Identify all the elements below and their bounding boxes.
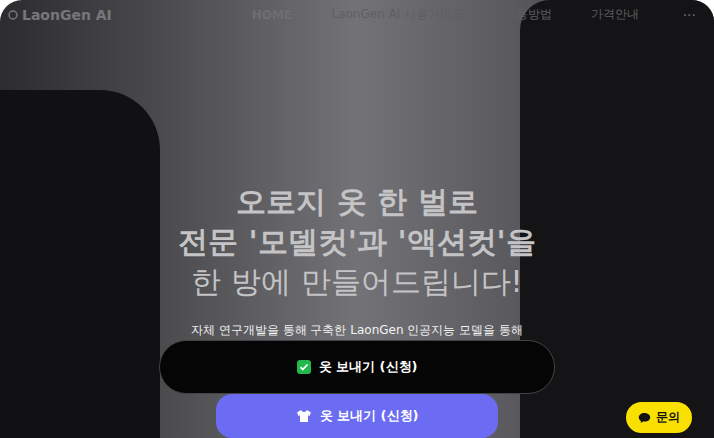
- nav-item[interactable]: 가격안내: [591, 6, 639, 23]
- primary-apply-button[interactable]: 옷 보내기 (신청): [159, 340, 555, 394]
- logo[interactable]: LaonGen AI: [8, 7, 208, 23]
- top-nav: LaonGen AI HOME LaonGen AI 사용가이드 이용방법 가격안내 ··…: [0, 0, 714, 29]
- headline: 한 방에 만들어드립니다!: [191, 262, 522, 302]
- shirt-icon: [296, 409, 312, 423]
- nav-item[interactable]: 이용방법: [504, 6, 552, 23]
- hero: 오로지 옷 한 벌로전문 '모델컷'과 '액션컷'을한 방에 만들어드립니다! 자…: [0, 29, 714, 438]
- logo-icon: [8, 10, 18, 20]
- check-icon: [297, 360, 311, 374]
- chat-button[interactable]: 문의: [626, 402, 692, 433]
- speech-bubble-icon: [638, 412, 651, 424]
- headline: 오로지 옷 한 벌로: [236, 182, 477, 222]
- nav-items: HOME LaonGen AI 사용가이드 이용방법 가격안내: [232, 6, 659, 23]
- nav-item[interactable]: LaonGen AI 사용가이드: [331, 6, 464, 23]
- secondary-apply-button[interactable]: 옷 보내기 (신청): [216, 394, 498, 438]
- headline: 전문 '모델컷'과 '액션컷'을: [178, 222, 536, 262]
- nav-item[interactable]: HOME: [252, 8, 292, 22]
- landing-page: LaonGen AI HOME LaonGen AI 사용가이드 이용방법 가격안내 ··…: [0, 0, 714, 438]
- more-menu[interactable]: ···: [683, 7, 696, 23]
- subtitle: 자체 연구개발을 통해 구축한 LaonGen 인공지능 모델을 통해: [191, 322, 523, 338]
